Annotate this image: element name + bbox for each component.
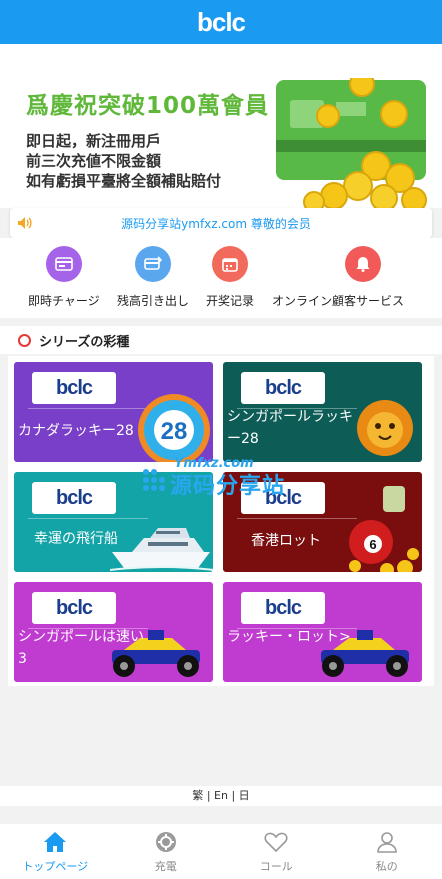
card-logo: bclc: [241, 592, 325, 624]
watermark: Ymfxz.com 源码分享站: [140, 456, 300, 499]
svg-text:6: 6: [369, 537, 376, 552]
app-logo: bclc: [196, 6, 246, 37]
card-logo: bclc: [241, 372, 325, 404]
home-icon: [43, 830, 67, 854]
quick-label: 开奖记录: [206, 294, 255, 308]
banner-card-coins-illustration: [276, 78, 427, 208]
tab-label: 私の: [375, 860, 398, 873]
billiard-ball-6-icon: 6: [349, 486, 419, 572]
recharge-icon: [154, 830, 178, 854]
game-card[interactable]: bclc シンガポールは速い 3: [14, 582, 213, 682]
quick-menu: 即時チャージ 残高引き出し 开奖记录 オンライン顧客サービス: [0, 238, 442, 318]
notice-bar[interactable]: 源码分享站ymfxz.com 尊敬的会员: [10, 208, 432, 238]
lion-icon: [357, 400, 413, 456]
banner-title: 爲慶祝突破100萬會員: [26, 93, 270, 119]
card-logo: bclc: [32, 372, 116, 404]
game-name: 幸運の飛行船: [34, 531, 118, 547]
card-logo-text: bclc: [55, 376, 93, 399]
card-logo-text: bclc: [264, 376, 302, 399]
quick-customer-service-button[interactable]: オンライン顧客サービス: [272, 246, 404, 309]
card-logo-text: bclc: [55, 596, 93, 619]
user-icon: [375, 830, 399, 854]
card-divider: [28, 408, 148, 409]
bottom-tab-bar: トップページ 充電 コール 私の: [0, 824, 442, 879]
banner-line-2: 前三次充値不限金額: [26, 152, 162, 170]
quick-recharge-button[interactable]: 即時チャージ: [28, 246, 100, 309]
notice-text: 源码分享站ymfxz.com 尊敬的会员: [121, 216, 311, 231]
game-name: シンガポールラッキー28: [227, 409, 353, 447]
quick-withdraw-button[interactable]: 残高引き出し: [117, 246, 189, 309]
game-card[interactable]: bclc 28 カナダラッキー28: [14, 362, 213, 462]
circle-icon: [18, 333, 31, 347]
game-card[interactable]: bclc シンガポールラッキー28: [223, 362, 422, 462]
quick-draw-history-button[interactable]: 开奖记录: [206, 246, 254, 309]
game-name: 香港ロット: [251, 533, 321, 549]
tab-recharge[interactable]: 充電: [111, 824, 222, 879]
quick-label: 即時チャージ: [28, 294, 100, 308]
bell-icon: [345, 246, 381, 282]
banner-line-3: 如有虧損平臺將全額補貼賠付: [26, 172, 222, 190]
tab-label: 充電: [154, 860, 177, 873]
game-card[interactable]: bclc ラッキー・ロット>: [223, 582, 422, 682]
withdraw-card-icon: [135, 246, 171, 282]
game-name: カナダラッキー28: [18, 423, 134, 439]
watermark-dots-icon: [143, 469, 165, 491]
game-name: ラッキー・ロット>: [227, 629, 351, 645]
card-logo: bclc: [32, 592, 116, 624]
yacht-icon: [110, 528, 213, 571]
top-bar: bclc: [0, 0, 442, 44]
heart-icon: [264, 830, 288, 854]
card-logo-text: bclc: [264, 596, 302, 619]
language-switcher[interactable]: 繁 | En | 日: [0, 786, 442, 806]
tab-mine[interactable]: 私の: [332, 824, 442, 879]
game-name: シンガポールは速い 3: [18, 629, 144, 667]
svg-text:28: 28: [161, 418, 188, 445]
tab-label: トップページ: [22, 860, 89, 873]
card-logo: bclc: [32, 482, 116, 514]
quick-label: オンライン顧客サービス: [272, 294, 405, 308]
quick-label: 残高引き出し: [117, 294, 190, 308]
watermark-title: 源码分享站: [170, 474, 286, 499]
game-grid: bclc 28 カナダラッキー28 bclc シンガポールラッキー28 bclc: [8, 356, 434, 686]
tab-home[interactable]: トップページ: [0, 824, 111, 879]
promo-banner[interactable]: 爲慶祝突破100萬會員 即日起，新注冊用戶 前三次充値不限金額 如有虧損平臺將全…: [0, 44, 442, 208]
wallet-icon: [45, 246, 82, 282]
tab-call[interactable]: コール: [221, 824, 332, 879]
lottery-ball-28-icon: 28: [138, 394, 210, 462]
card-logo-text: bclc: [55, 486, 93, 509]
banner-line-1: 即日起，新注冊用戶: [26, 132, 162, 150]
section-title: シリーズの彩種: [39, 334, 130, 350]
section-header: シリーズの彩種: [0, 326, 442, 354]
speaker-icon: [10, 208, 40, 238]
calendar-icon: [212, 246, 248, 282]
tab-label: コール: [259, 860, 293, 873]
